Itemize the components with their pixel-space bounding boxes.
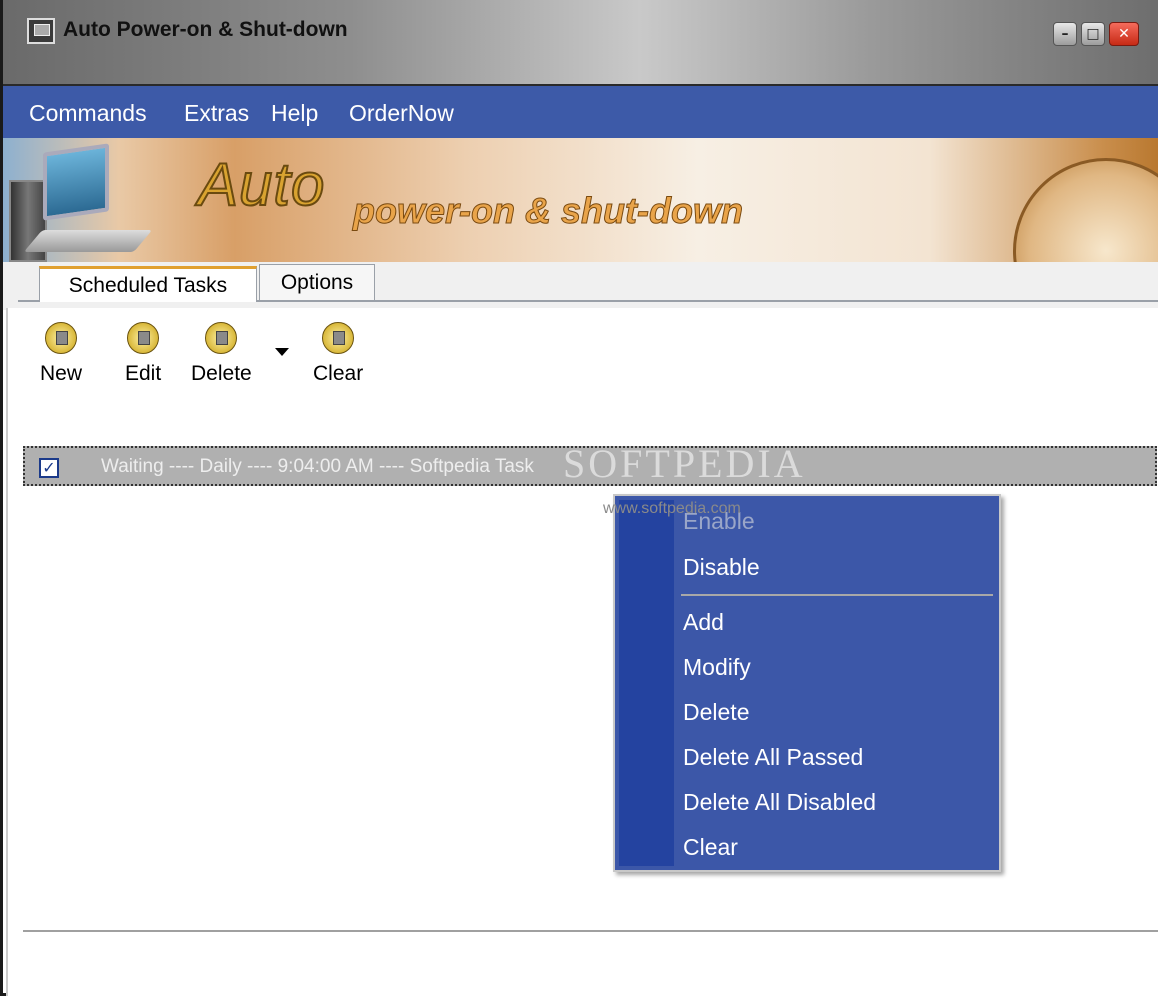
edit-icon bbox=[127, 322, 160, 354]
app-window: Auto Power-on & Shut-down – □ ✕ Commands… bbox=[0, 0, 1158, 996]
watermark-url: www.softpedia.com bbox=[603, 500, 741, 517]
banner-title: Auto bbox=[197, 150, 326, 219]
menu-item-modify[interactable]: Modify bbox=[683, 654, 751, 681]
menu-bar: Commands Extras Help OrderNow bbox=[3, 86, 1158, 138]
keyboard-graphic bbox=[23, 230, 153, 252]
delete-dropdown-arrow-icon[interactable] bbox=[275, 348, 289, 356]
status-divider bbox=[23, 930, 1158, 932]
banner-subtitle: power-on & shut-down bbox=[353, 190, 744, 232]
menu-commands[interactable]: Commands bbox=[29, 100, 147, 127]
task-checkbox[interactable]: ✓ bbox=[39, 458, 59, 478]
tab-options[interactable]: Options bbox=[259, 264, 375, 300]
clock-graphic bbox=[1013, 158, 1158, 262]
header-banner: Auto power-on & shut-down bbox=[3, 138, 1158, 262]
eraser-icon bbox=[322, 322, 355, 354]
title-bar[interactable]: Auto Power-on & Shut-down – □ ✕ bbox=[3, 0, 1158, 86]
delete-icon bbox=[205, 322, 238, 354]
delete-button[interactable]: Delete bbox=[191, 322, 252, 386]
menu-item-add[interactable]: Add bbox=[683, 609, 724, 636]
delete-label: Delete bbox=[191, 362, 252, 385]
context-menu: Enable Disable Add Modify Delete Delete … bbox=[613, 494, 1001, 872]
minimize-button[interactable]: – bbox=[1053, 22, 1077, 46]
new-label: New bbox=[40, 362, 83, 385]
menu-separator bbox=[681, 594, 993, 596]
clear-button[interactable]: Clear bbox=[313, 322, 363, 386]
context-menu-gutter bbox=[619, 500, 674, 866]
maximize-button[interactable]: □ bbox=[1081, 22, 1105, 46]
watermark-brand: SOFTPEDIA bbox=[563, 441, 806, 486]
menu-ordernow[interactable]: OrderNow bbox=[349, 100, 454, 127]
task-description: Waiting ---- Daily ---- 9:04:00 AM ---- … bbox=[101, 456, 534, 477]
tab-scheduled-tasks[interactable]: Scheduled Tasks bbox=[39, 266, 257, 302]
app-icon[interactable] bbox=[27, 18, 55, 44]
new-button[interactable]: New bbox=[40, 322, 82, 386]
menu-help[interactable]: Help bbox=[271, 100, 318, 127]
menu-item-delete-all-disabled[interactable]: Delete All Disabled bbox=[683, 789, 876, 816]
new-task-icon bbox=[45, 322, 77, 354]
clear-label: Clear bbox=[313, 362, 364, 385]
close-button[interactable]: ✕ bbox=[1109, 22, 1139, 46]
menu-extras[interactable]: Extras bbox=[184, 100, 249, 127]
edit-label: Edit bbox=[125, 362, 162, 385]
menu-item-delete[interactable]: Delete bbox=[683, 699, 749, 726]
edit-button[interactable]: Edit bbox=[125, 322, 161, 386]
menu-item-delete-all-passed[interactable]: Delete All Passed bbox=[683, 744, 863, 771]
monitor-graphic bbox=[43, 143, 109, 221]
window-title: Auto Power-on & Shut-down bbox=[63, 18, 348, 41]
menu-item-clear[interactable]: Clear bbox=[683, 834, 738, 861]
menu-item-disable[interactable]: Disable bbox=[683, 554, 760, 581]
